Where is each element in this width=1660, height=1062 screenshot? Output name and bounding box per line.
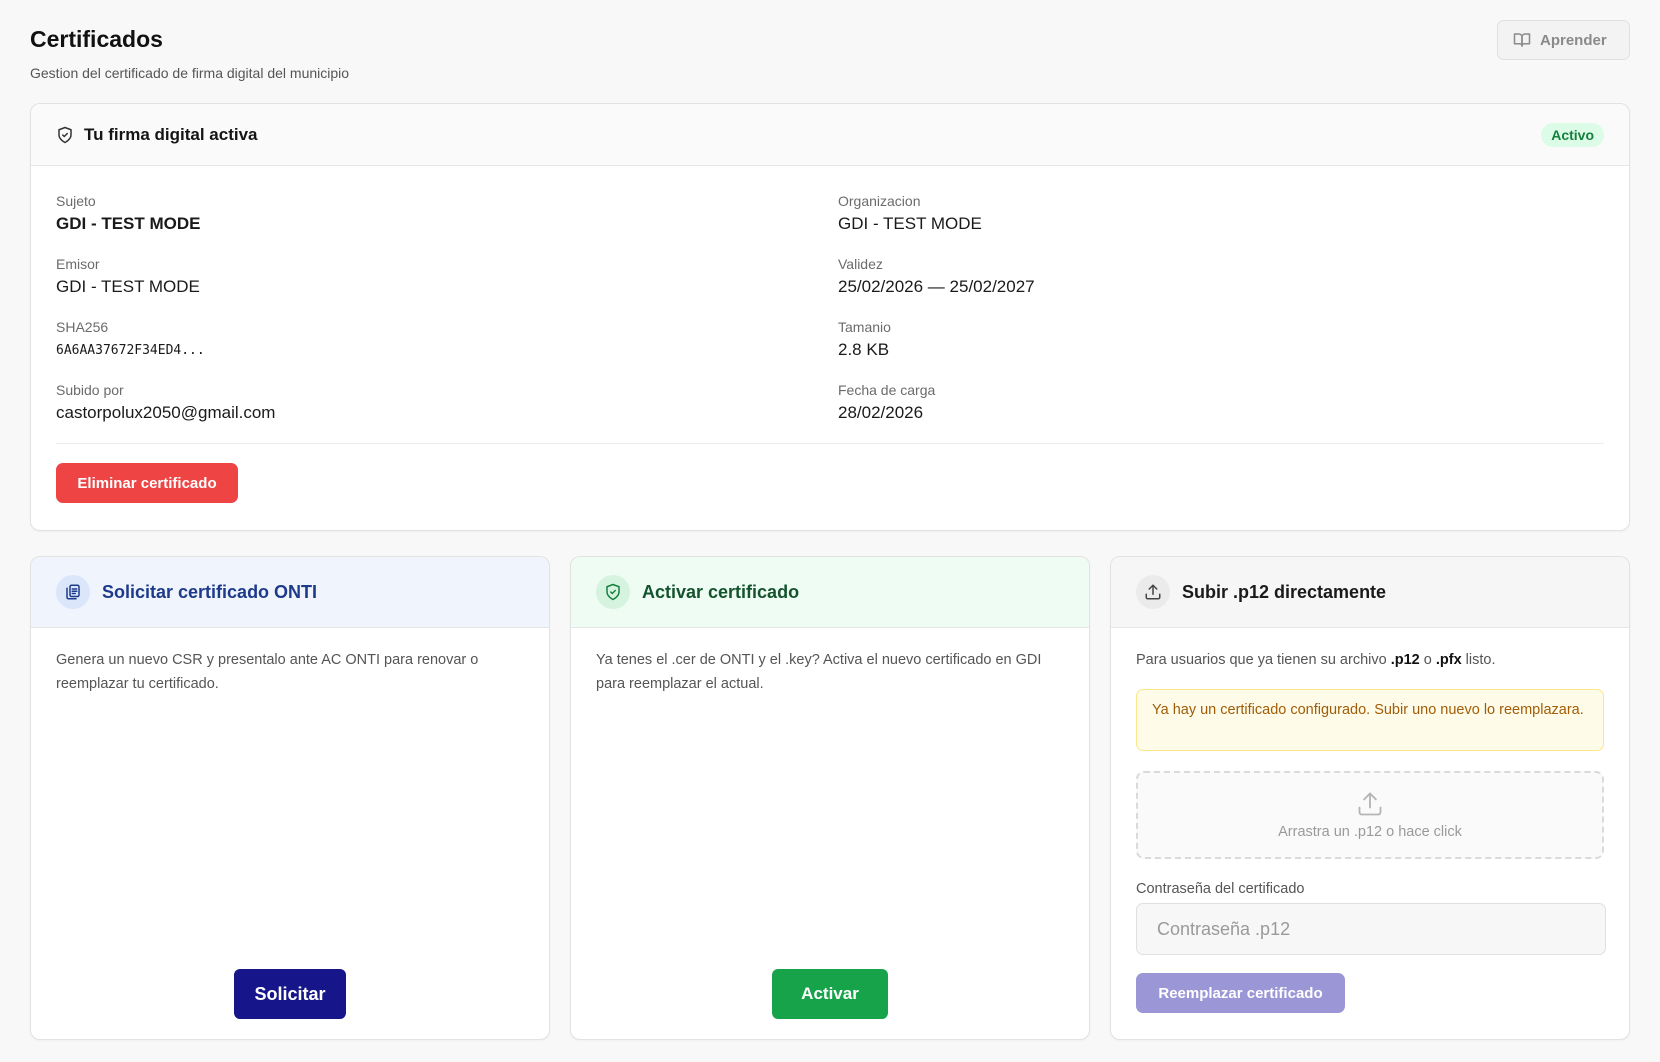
upload-desc-pfx: .pfx (1435, 652, 1462, 668)
action-cards: Solicitar certificado ONTI Genera un nue… (30, 556, 1630, 1040)
upload-desc-mid: o (1419, 652, 1436, 668)
request-button[interactable]: Solicitar (234, 969, 346, 1019)
uploaded-by-field: Subido por castorpolux2050@gmail.com (56, 373, 838, 436)
active-signature-card: Tu firma digital activa Activo Sujeto GD… (30, 103, 1630, 531)
shield-check-icon (58, 126, 72, 143)
password-label: Contraseña del certificado (1136, 881, 1305, 897)
upload-icon (1358, 792, 1382, 816)
active-signature-heading: Tu firma digital activa (56, 125, 258, 145)
book-open-icon (1513, 33, 1531, 47)
password-input[interactable] (1136, 903, 1606, 955)
activate-icon-badge (596, 575, 630, 609)
uploaded-by-value: castorpolux2050@gmail.com (56, 403, 276, 422)
certificate-details: Sujeto GDI - TEST MODE Organizacion GDI … (31, 166, 1629, 436)
validity-field: Validez 25/02/2026 — 25/02/2027 (838, 247, 1604, 310)
activate-certificate-card: Activar certificado Ya tenes el .cer de … (570, 556, 1090, 1040)
uploaded-by-label: Subido por (56, 382, 124, 398)
certificates-page: Certificados Gestion del certificado de … (0, 0, 1660, 1062)
dropzone-text: Arrastra un .p12 o hace click (1278, 824, 1462, 840)
title-block: Certificados Gestion del certificado de … (30, 20, 349, 81)
organization-label: Organizacion (838, 193, 921, 209)
upload-date-field: Fecha de carga 28/02/2026 (838, 373, 1604, 436)
request-onti-description: Genera un nuevo CSR y presentalo ante AC… (56, 652, 479, 692)
validity-value: 25/02/2026 — 25/02/2027 (838, 277, 1035, 296)
issuer-field: Emisor GDI - TEST MODE (56, 247, 838, 310)
upload-icon-badge (1136, 575, 1170, 609)
status-badge: Activo (1541, 122, 1604, 147)
validity-label: Validez (838, 256, 883, 272)
p12-dropzone[interactable]: Arrastra un .p12 o hace click (1136, 771, 1604, 859)
upload-desc-suffix: listo. (1461, 652, 1496, 668)
upload-p12-title: Subir .p12 directamente (1182, 581, 1387, 602)
upload-p12-header: Subir .p12 directamente (1111, 557, 1629, 628)
active-signature-title: Tu firma digital activa (84, 124, 258, 144)
upload-p12-description: Para usuarios que ya tienen su archivo .… (1111, 628, 1629, 672)
size-value: 2.8 KB (838, 340, 890, 359)
shield-check-icon (606, 583, 620, 601)
request-onti-card: Solicitar certificado ONTI Genera un nue… (30, 556, 550, 1040)
activate-certificate-description: Ya tenes el .cer de ONTI y el .key? Acti… (596, 652, 1042, 692)
upload-date-label: Fecha de carga (838, 382, 936, 398)
clipboard-copy-icon (66, 584, 80, 600)
sha256-value: 6A6AA37672F34ED4... (56, 343, 205, 358)
size-field: Tamanio 2.8 KB (838, 310, 1604, 373)
sha256-field: SHA256 6A6AA37672F34ED4... (56, 310, 838, 373)
organization-field: Organizacion GDI - TEST MODE (838, 184, 1604, 247)
delete-certificate-button[interactable]: Eliminar certificado (56, 463, 238, 503)
upload-p12-card: Subir .p12 directamente Para usuarios qu… (1110, 556, 1630, 1040)
replace-warning: Ya hay un certificado configurado. Subir… (1136, 689, 1604, 751)
learn-button[interactable]: Aprender (1497, 20, 1630, 60)
activate-certificate-header: Activar certificado (571, 557, 1089, 628)
subject-field: Sujeto GDI - TEST MODE (56, 184, 838, 247)
page-subtitle: Gestion del certificado de firma digital… (30, 65, 350, 81)
request-onti-header: Solicitar certificado ONTI (31, 557, 549, 628)
subject-value: GDI - TEST MODE (56, 214, 201, 233)
request-icon-badge (56, 575, 90, 609)
upload-desc-prefix: Para usuarios que ya tienen su archivo (1136, 652, 1391, 668)
issuer-value: GDI - TEST MODE (56, 277, 200, 296)
issuer-label: Emisor (56, 256, 100, 272)
replace-certificate-button[interactable]: Reemplazar certificado (1136, 973, 1345, 1013)
request-onti-title: Solicitar certificado ONTI (102, 581, 318, 602)
upload-icon (1145, 584, 1161, 600)
page-title: Certificados (30, 26, 163, 52)
activate-button[interactable]: Activar (772, 969, 888, 1019)
sha256-label: SHA256 (56, 319, 109, 335)
subject-label: Sujeto (56, 193, 96, 209)
learn-button-label: Aprender (1540, 31, 1607, 49)
active-signature-header: Tu firma digital activa Activo (31, 104, 1629, 166)
upload-date-value: 28/02/2026 (838, 403, 924, 422)
divider (56, 443, 1604, 444)
upload-desc-p12: .p12 (1390, 652, 1420, 668)
size-label: Tamanio (838, 319, 891, 335)
page-header: Certificados Gestion del certificado de … (30, 20, 1630, 103)
activate-certificate-title: Activar certificado (642, 581, 800, 602)
organization-value: GDI - TEST MODE (838, 214, 982, 233)
